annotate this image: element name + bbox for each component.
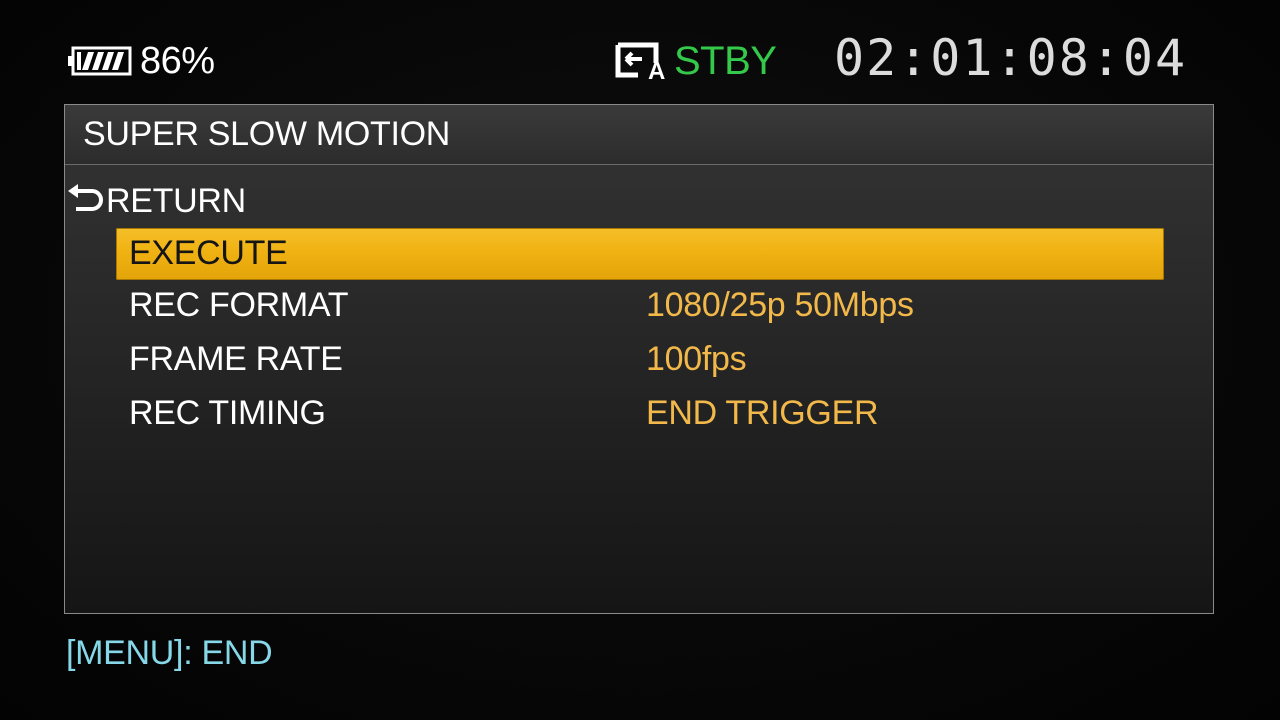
- return-arrow-icon: [68, 184, 103, 211]
- return-label: RETURN: [106, 181, 246, 220]
- menu-item-value: 1080/25p 50Mbps: [646, 286, 914, 324]
- svg-text:A: A: [648, 58, 665, 81]
- memory-card-slot-a-icon: A: [615, 42, 665, 81]
- menu-item-rec-format[interactable]: REC FORMAT 1080/25p 50Mbps: [116, 280, 1164, 332]
- menu-header: SUPER SLOW MOTION: [65, 105, 1213, 165]
- menu-item-frame-rate[interactable]: FRAME RATE 100fps: [116, 334, 1164, 386]
- menu-item-label: REC TIMING: [129, 394, 326, 432]
- menu-item-execute[interactable]: EXECUTE: [116, 228, 1164, 280]
- menu-item-label: EXECUTE: [129, 234, 288, 272]
- menu-item-value: 100fps: [646, 340, 747, 378]
- menu-end-hint: [MENU]: END: [66, 634, 273, 672]
- return-button[interactable]: RETURN: [66, 178, 246, 224]
- recording-media-status: A STBY: [612, 38, 777, 84]
- menu-item-label: FRAME RATE: [129, 340, 343, 378]
- menu-item-value: END TRIGGER: [646, 394, 879, 432]
- page-title: SUPER SLOW MOTION: [83, 115, 451, 153]
- battery-icon: [68, 46, 132, 76]
- battery-status: 86%: [68, 38, 215, 84]
- recording-status: STBY: [674, 38, 777, 83]
- battery-percent: 86%: [140, 39, 215, 82]
- camera-menu-screen: 86% A STBY 02:01:08:04 SUPER SLOW MOTION…: [0, 0, 1280, 720]
- menu-item-label: REC FORMAT: [129, 286, 349, 324]
- menu-item-rec-timing[interactable]: REC TIMING END TRIGGER: [116, 388, 1164, 440]
- timecode-display: 02:01:08:04: [834, 29, 1188, 87]
